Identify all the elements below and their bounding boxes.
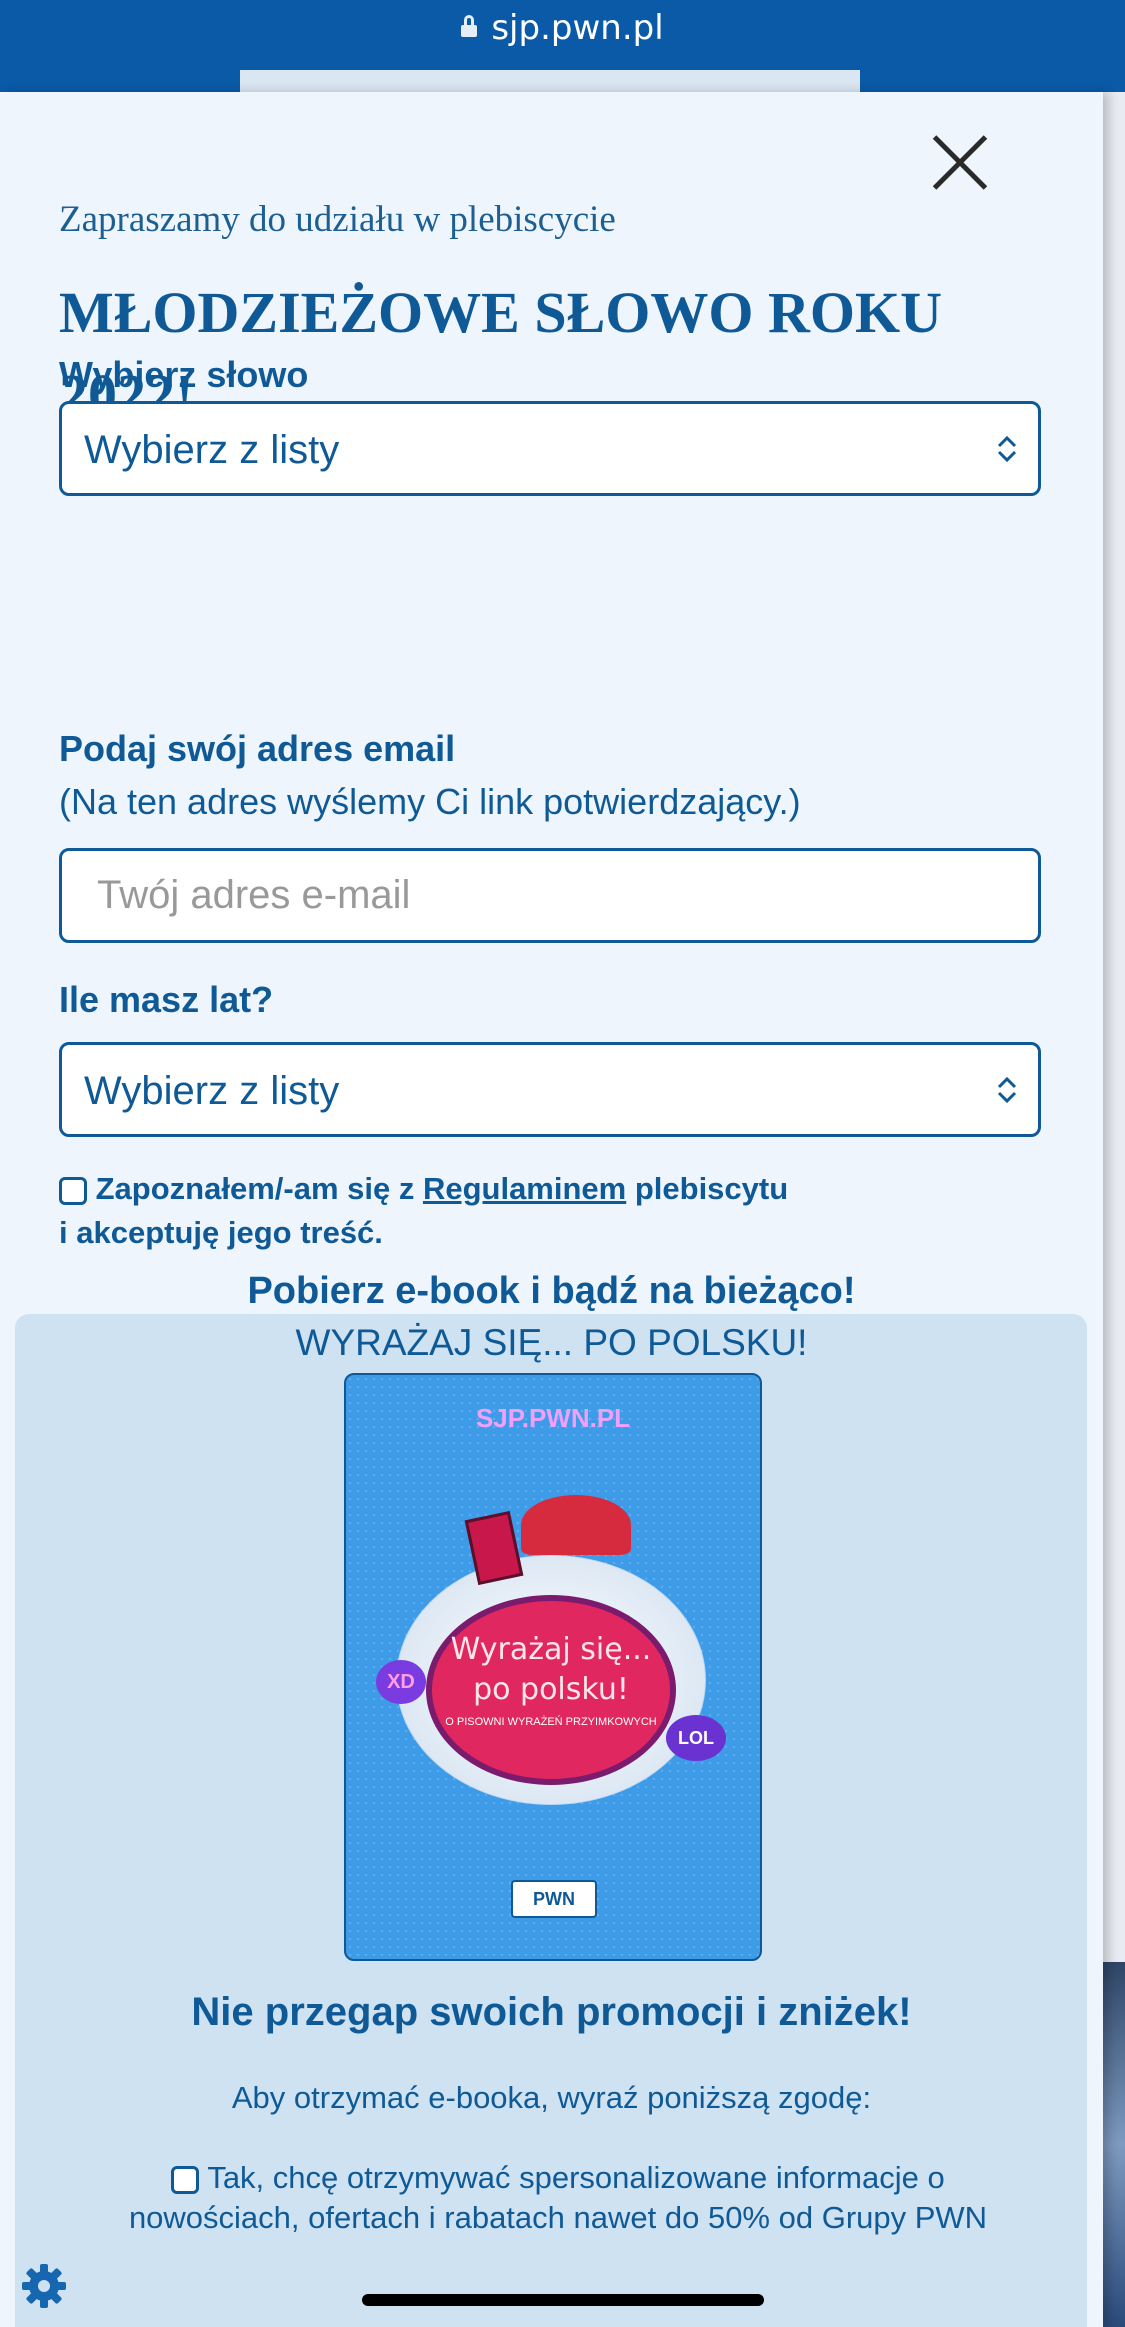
cover-subtitle: O PISOWNI WYRAŻEŃ PRZYIMKOWYCH (445, 1716, 657, 1728)
email-label: Podaj swój adres email (59, 728, 456, 769)
background-page-header (240, 70, 860, 92)
age-select[interactable]: Wybierz z listy (59, 1042, 1041, 1137)
chevron-up-down-icon (997, 435, 1017, 463)
email-field-box (59, 848, 1041, 943)
age-label: Ile masz lat? (59, 979, 274, 1020)
promo-subtitle: WYRAŻAJ SIĘ... PO POLSKU! (295, 1322, 808, 1363)
gear-icon[interactable] (20, 2262, 68, 2310)
word-select[interactable]: Wybierz z listy (59, 401, 1041, 496)
ebook-cover-image: SJP.PWN.PL Wyrażaj się... po polsku! O PI… (344, 1373, 762, 1961)
url-display[interactable]: sjp.pwn.pl (0, 8, 1125, 48)
consent-intro: Aby otrzymać e-booka, wyraź poniższą zgo… (231, 2080, 872, 2115)
word-select-value: Wybierz z listy (84, 428, 340, 472)
cover-cap (521, 1495, 631, 1555)
age-select-value: Wybierz z listy (84, 1069, 340, 1113)
marketing-checkbox[interactable] (171, 2165, 200, 2194)
background-page-edge (1103, 92, 1125, 2327)
marketing-line2: nowościach, ofertach i rabatach nawet do… (128, 2200, 988, 2235)
email-field[interactable] (62, 851, 1038, 940)
close-icon[interactable] (930, 132, 990, 192)
terms-checkbox[interactable] (59, 1176, 87, 1205)
home-indicator[interactable] (362, 2294, 764, 2306)
terms-suffix: plebiscytu (626, 1171, 789, 1206)
url-text: sjp.pwn.pl (491, 8, 664, 48)
background-image (1103, 1962, 1125, 2327)
cover-brand: SJP.PWN.PL (475, 1403, 631, 1433)
promo-title: Pobierz e-book i bądź na bieżąco! (247, 1270, 856, 1312)
cover-publisher-logo: PWN (511, 1880, 597, 1918)
marketing-consent: Tak, chcę otrzymywać spersonalizowane in… (98, 2158, 1018, 2238)
terms-line2: i akceptuję jego treść. (59, 1215, 383, 1250)
cover-sticker-xd: XD (376, 1660, 426, 1704)
marketing-line1: Tak, chcę otrzymywać spersonalizowane in… (207, 2160, 945, 2195)
chevron-up-down-icon (997, 1076, 1017, 1104)
email-note: (Na ten adres wyślemy Ci link potwierdza… (59, 781, 801, 822)
word-label: Wybierz słowo (59, 354, 309, 395)
cover-title-line2: po polsku! (473, 1672, 629, 1707)
cover-sticker-lol: LOL (666, 1715, 726, 1761)
cover-title: Wyrażaj się... po polsku! (426, 1630, 676, 1710)
terms-link[interactable]: Regulaminem (423, 1171, 626, 1206)
terms-prefix: Zapoznałem/-am się z (95, 1171, 423, 1206)
terms-consent: Zapoznałem/-am się z Regulaminem plebisc… (59, 1167, 859, 1255)
lock-icon (461, 15, 478, 37)
invite-text: Zapraszamy do udziału w plebiscycie (59, 199, 616, 240)
promo-headline: Nie przegap swoich promocji i zniżek! (191, 1990, 912, 2034)
cover-title-line1: Wyrażaj się... (450, 1632, 652, 1667)
